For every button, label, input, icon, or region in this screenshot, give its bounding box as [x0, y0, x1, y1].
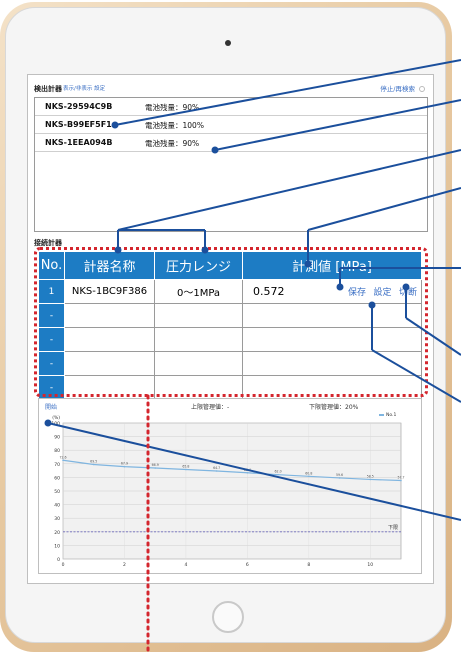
tablet-illustration: 検出計器 表示/非表示 設定 停止/再検索 NKS-29594C9B 電池残量：… [0, 0, 461, 653]
callout-line [117, 149, 461, 231]
callout-dot [44, 419, 52, 427]
callout-line [47, 422, 461, 521]
callout-line [405, 317, 461, 356]
callout-dot [114, 246, 122, 254]
callout-dot [111, 121, 119, 129]
callout-dot [368, 301, 376, 309]
callout-dot [201, 246, 209, 254]
callout-dot [304, 260, 312, 268]
callout-dot [211, 146, 219, 154]
callout-line [371, 349, 461, 403]
callout-line [114, 59, 461, 126]
callout-overlay [44, 59, 461, 653]
callout-dot [336, 283, 344, 291]
callout-dot [402, 283, 410, 291]
callout-line [307, 187, 461, 231]
callout-line [214, 99, 461, 151]
